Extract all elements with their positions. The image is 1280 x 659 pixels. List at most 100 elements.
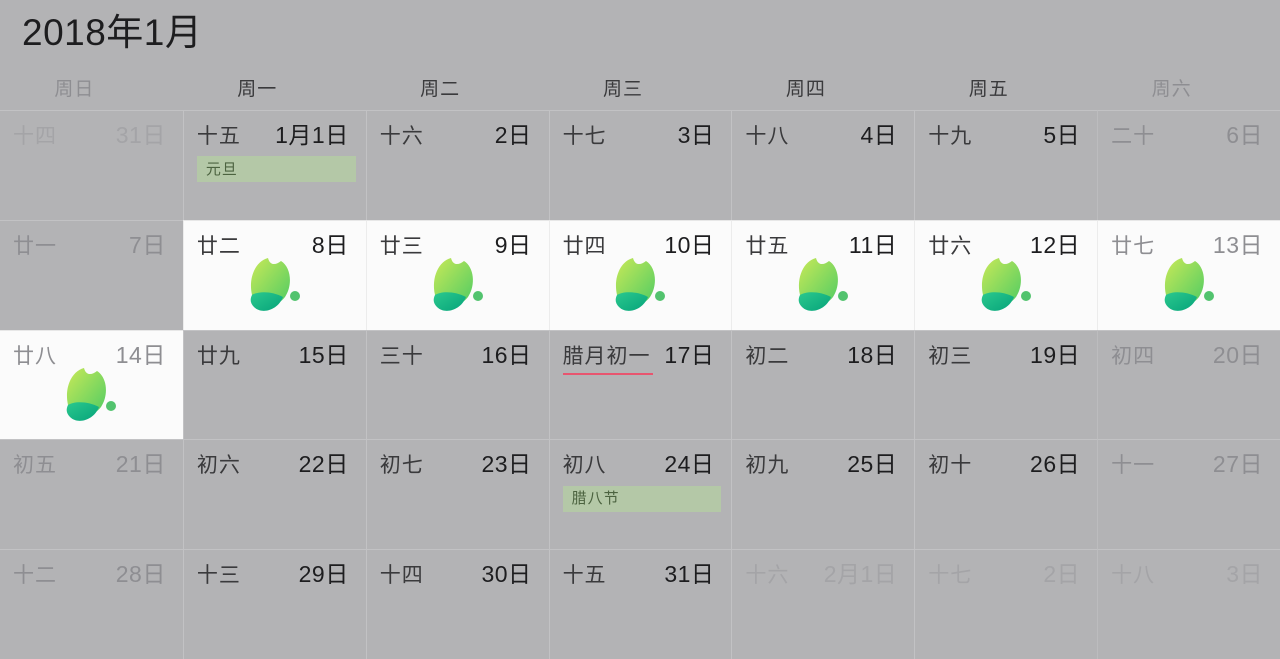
lunar-date-label: 十五 bbox=[562, 564, 607, 588]
lunar-date-label: 二十 bbox=[1111, 125, 1156, 148]
day-cell[interactable]: 三十 16日 bbox=[365, 329, 549, 440]
day-cell-header: 十三 29日 bbox=[184, 550, 366, 587]
day-cell[interactable]: 初四 20日 bbox=[1097, 329, 1280, 440]
day-cell-header: 初十 26日 bbox=[915, 440, 1097, 478]
lunar-date-label: 十九 bbox=[928, 125, 973, 148]
lunar-date-label: 廿一 bbox=[13, 234, 57, 258]
day-cell[interactable]: 十八 3日 bbox=[1097, 549, 1280, 659]
leaf-icon bbox=[0, 365, 183, 429]
solar-date-label: 16日 bbox=[481, 341, 532, 368]
day-cell-header: 十六 2日 bbox=[367, 111, 549, 148]
day-cell[interactable]: 十三 29日 bbox=[182, 549, 366, 659]
day-cell-header: 廿四 10日 bbox=[550, 221, 732, 258]
day-cell-header: 初六 22日 bbox=[184, 440, 366, 478]
event-label: 腊八节 bbox=[571, 490, 620, 508]
solar-date-label: 9日 bbox=[494, 231, 532, 258]
lunar-date-label: 十八 bbox=[1111, 564, 1156, 588]
day-cell[interactable]: 初六 22日 bbox=[182, 439, 366, 550]
day-cell[interactable]: 二十 6日 bbox=[1097, 110, 1280, 220]
day-cell[interactable]: 廿四 10日 bbox=[548, 219, 732, 330]
event-chip[interactable]: 腊八节 bbox=[562, 485, 722, 512]
day-cell[interactable]: 初十 26日 bbox=[914, 439, 1098, 550]
day-cell[interactable]: 十五 1月1日 元旦 bbox=[182, 110, 366, 220]
day-cell[interactable]: 十四 31日 bbox=[0, 110, 183, 220]
day-cell[interactable]: 十七 2日 bbox=[914, 549, 1098, 659]
day-cell-header: 十九 5日 bbox=[915, 111, 1097, 148]
day-cell-header: 廿七 13日 bbox=[1098, 221, 1280, 258]
day-cell[interactable]: 初九 25日 bbox=[731, 439, 915, 550]
calendar-grid: 十四 31日 十五 1月1日 元旦 十六 2日 十七 3日 十八 4日 十九 5日 二十 6日 廿一 7日 廿二 8… bbox=[0, 110, 1280, 659]
day-cell-header: 廿九 15日 bbox=[184, 331, 366, 368]
day-cell[interactable]: 十六 2日 bbox=[365, 110, 549, 220]
day-cell[interactable]: 十四 30日 bbox=[365, 549, 549, 659]
day-cell[interactable]: 十八 4日 bbox=[731, 110, 915, 220]
lunar-date-label: 初四 bbox=[1111, 344, 1156, 368]
day-cell[interactable]: 十九 5日 bbox=[914, 110, 1098, 220]
lunar-date-label: 初三 bbox=[928, 344, 973, 368]
day-cell-header: 廿一 7日 bbox=[0, 221, 183, 258]
lunar-date-label: 廿九 bbox=[196, 344, 241, 368]
day-cell[interactable]: 廿二 8日 bbox=[182, 219, 366, 330]
solar-date-label: 11日 bbox=[848, 231, 898, 258]
solar-date-label: 13日 bbox=[1212, 231, 1263, 258]
weekday-header-6: 周六 bbox=[1151, 79, 1192, 100]
day-cell-header: 廿五 11日 bbox=[732, 221, 914, 258]
day-cell-header: 十六 2月1日 bbox=[732, 550, 914, 587]
solar-date-label: 26日 bbox=[1030, 451, 1081, 478]
solar-date-label: 29日 bbox=[298, 561, 349, 588]
event-chip[interactable]: 元旦 bbox=[196, 156, 356, 183]
solar-date-label: 25日 bbox=[847, 451, 898, 478]
day-cell[interactable]: 十七 3日 bbox=[548, 110, 732, 220]
lunar-date-label: 初九 bbox=[745, 454, 790, 478]
solar-date-label: 19日 bbox=[1030, 341, 1081, 368]
solar-date-label: 2日 bbox=[1043, 561, 1081, 588]
solar-date-label: 4日 bbox=[860, 122, 898, 148]
solar-date-label: 27日 bbox=[1212, 451, 1263, 478]
event-label: 元旦 bbox=[205, 160, 238, 178]
day-cell-header: 三十 16日 bbox=[367, 331, 549, 368]
day-cell[interactable]: 初八 24日 腊八节 bbox=[548, 439, 732, 550]
day-cell-header: 腊月初一 17日 bbox=[550, 331, 732, 375]
lunar-date-label: 廿五 bbox=[745, 234, 790, 258]
day-cell[interactable]: 初五 21日 bbox=[0, 439, 183, 550]
lunar-date-label: 十八 bbox=[745, 125, 790, 148]
day-cell[interactable]: 廿五 11日 bbox=[731, 219, 915, 330]
solar-date-label: 6日 bbox=[1226, 122, 1263, 148]
day-cell-header: 初三 19日 bbox=[915, 331, 1097, 368]
day-cell[interactable]: 廿一 7日 bbox=[0, 219, 183, 330]
day-cell-header: 十八 4日 bbox=[732, 111, 914, 148]
weekday-header-3: 周三 bbox=[602, 79, 643, 100]
day-cell[interactable]: 十六 2月1日 bbox=[731, 549, 915, 659]
day-cell[interactable]: 初七 23日 bbox=[365, 439, 549, 550]
lunar-date-label: 三十 bbox=[379, 344, 424, 368]
day-cell[interactable]: 初二 18日 bbox=[731, 329, 915, 440]
lunar-date-label: 十六 bbox=[745, 564, 790, 588]
solar-date-label: 10日 bbox=[664, 231, 715, 258]
day-cell[interactable]: 廿九 15日 bbox=[182, 329, 366, 440]
day-cell[interactable]: 十二 28日 bbox=[0, 549, 183, 659]
solar-date-label: 22日 bbox=[298, 451, 349, 478]
solar-date-label: 24日 bbox=[664, 451, 715, 478]
day-cell[interactable]: 初三 19日 bbox=[914, 329, 1098, 440]
day-cell[interactable]: 十五 31日 bbox=[548, 549, 732, 659]
day-cell[interactable]: 腊月初一 17日 bbox=[548, 329, 732, 440]
solar-date-label: 20日 bbox=[1212, 341, 1263, 368]
day-cell[interactable]: 十一 27日 bbox=[1097, 439, 1280, 550]
day-cell[interactable]: 廿三 9日 bbox=[365, 219, 549, 330]
lunar-date-label: 廿三 bbox=[379, 234, 424, 258]
weekday-header-row: 周日 周一 周二 周三 周四 周五 周六 bbox=[0, 65, 1280, 110]
weekday-header-5: 周五 bbox=[968, 79, 1009, 100]
day-cell-header: 初五 21日 bbox=[0, 440, 183, 478]
lunar-date-label: 十四 bbox=[379, 564, 424, 588]
day-cell[interactable]: 廿六 12日 bbox=[914, 219, 1098, 330]
lunar-date-label: 十三 bbox=[196, 564, 241, 588]
solar-date-label: 31日 bbox=[115, 122, 166, 148]
day-cell[interactable]: 廿八 14日 bbox=[0, 329, 183, 440]
day-cell[interactable]: 廿七 13日 bbox=[1097, 219, 1280, 330]
solar-date-label: 30日 bbox=[481, 561, 532, 588]
solar-date-label: 17日 bbox=[664, 341, 715, 368]
solar-date-label: 7日 bbox=[129, 231, 166, 258]
solar-date-label: 31日 bbox=[664, 561, 715, 588]
solar-date-label: 5日 bbox=[1043, 122, 1081, 148]
lunar-date-label: 廿二 bbox=[196, 234, 241, 258]
